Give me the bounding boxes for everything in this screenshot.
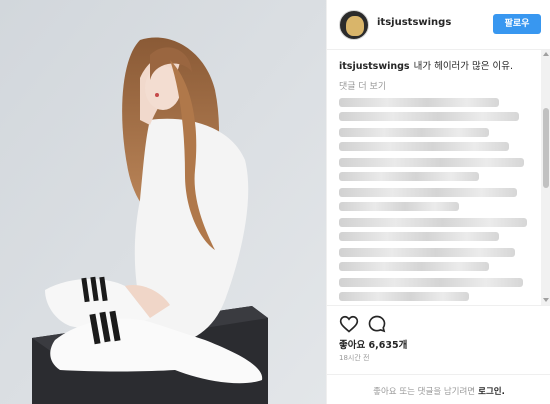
blurred-comment (339, 262, 489, 271)
caption: itsjustswings 내가 헤이러가 많은 이유. (339, 60, 529, 73)
post-timestamp: 18시간 전 (339, 354, 370, 362)
blurred-comment (339, 188, 517, 197)
avatar-image (346, 16, 364, 36)
scroll-up-arrow-icon[interactable] (543, 52, 549, 56)
comments-scrollbar[interactable] (541, 50, 550, 305)
blurred-comment (339, 158, 524, 167)
post-photo-image (0, 0, 326, 404)
avatar[interactable] (339, 10, 369, 40)
blurred-comment (339, 248, 515, 257)
scroll-thumb[interactable] (543, 108, 549, 188)
blurred-comment (339, 202, 459, 211)
post-header: itsjustswings 팔로우 (327, 0, 550, 50)
post-photo[interactable] (0, 0, 326, 404)
likes-count[interactable]: 좋아요 6,635개 (339, 337, 407, 351)
blurred-comment (339, 232, 499, 241)
caption-username-link[interactable]: itsjustswings (339, 61, 410, 72)
caption-text: 내가 헤이러가 많은 이유. (413, 61, 514, 72)
blurred-comment (339, 128, 489, 137)
blurred-comment (339, 112, 519, 121)
login-link[interactable]: 로그인. (478, 387, 505, 397)
blurred-comment (339, 98, 499, 107)
load-more-comments-link[interactable]: 댓글 더 보기 (339, 79, 386, 92)
header-username-link[interactable]: itsjustswings (377, 17, 451, 28)
add-comment-bar: 좋아요 또는 댓글을 남기려면 로그인. (327, 374, 550, 404)
post-actions: 좋아요 6,635개 18시간 전 좋아요 또는 댓글을 남기려면 로그인. (327, 305, 550, 404)
comments-section: itsjustswings 내가 헤이러가 많은 이유. 댓글 더 보기 (327, 50, 550, 305)
heart-icon[interactable] (339, 314, 359, 334)
blurred-comment (339, 218, 527, 227)
add-comment-text: 좋아요 또는 댓글을 남기려면 (373, 387, 476, 397)
add-comment-prompt: 좋아요 또는 댓글을 남기려면 로그인. (327, 385, 550, 397)
scroll-down-arrow-icon[interactable] (543, 298, 549, 302)
blurred-comment (339, 172, 479, 181)
follow-button[interactable]: 팔로우 (493, 14, 541, 34)
blurred-comment (339, 278, 523, 287)
blurred-comment (339, 292, 469, 301)
comment-bubble-icon[interactable] (367, 314, 387, 334)
post-sidebar: itsjustswings 팔로우 itsjustswings 내가 헤이러가 많… (326, 0, 550, 404)
blurred-comment (339, 142, 509, 151)
